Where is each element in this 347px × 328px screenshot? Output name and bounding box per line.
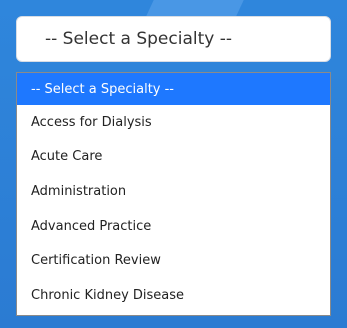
dropdown-option-select-a-specialty[interactable]: -- Select a Specialty -- — [17, 73, 330, 105]
dropdown-option-acute-care[interactable]: Acute Care — [17, 140, 330, 175]
dropdown-option-administration[interactable]: Administration — [17, 174, 330, 209]
specialty-select-value: -- Select a Specialty -- — [45, 29, 232, 49]
dropdown-option-access-for-dialysis[interactable]: Access for Dialysis — [17, 105, 330, 140]
specialty-select[interactable]: -- Select a Specialty -- — [16, 16, 331, 62]
specialty-dropdown-list[interactable]: -- Select a Specialty -- Access for Dial… — [16, 72, 331, 316]
dropdown-option-advanced-practice[interactable]: Advanced Practice — [17, 209, 330, 244]
dropdown-option-chronic-kidney-disease[interactable]: Chronic Kidney Disease — [17, 278, 330, 313]
dropdown-option-certification-review[interactable]: Certification Review — [17, 243, 330, 278]
